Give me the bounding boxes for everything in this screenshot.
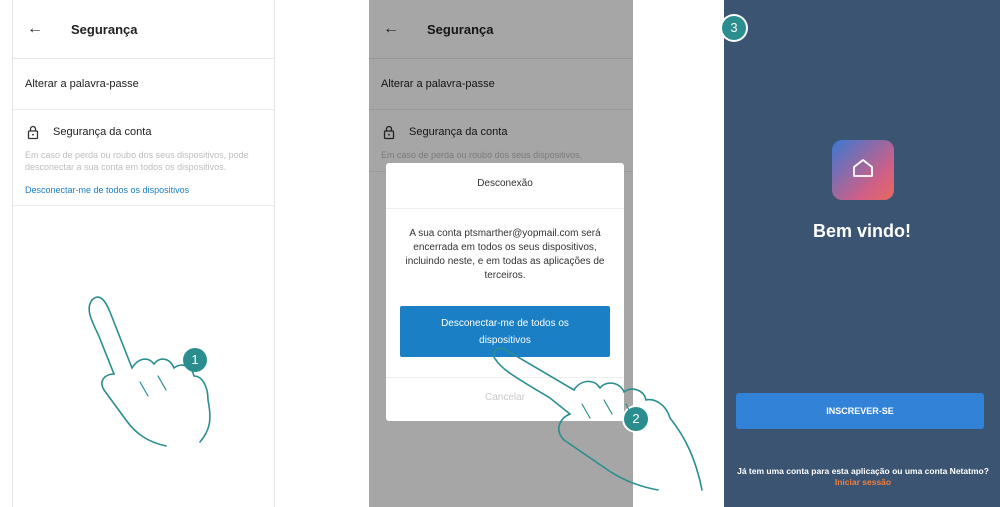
confirm-disconnect-button[interactable]: Desconectar-me de todos os dispositivos bbox=[400, 306, 610, 357]
disconnect-dialog: Desconexão A sua conta ptsmarther@yopmai… bbox=[386, 163, 624, 421]
step-badge-3: 3 bbox=[722, 16, 746, 40]
header: ← Segurança bbox=[13, 0, 274, 59]
home-icon bbox=[853, 159, 873, 177]
change-password-item[interactable]: Alterar a palavra-passe bbox=[13, 59, 274, 110]
screen-disconnect-dialog: ← Segurança Alterar a palavra-passe Segu… bbox=[369, 0, 633, 507]
account-security-title: Segurança da conta bbox=[53, 126, 152, 138]
app-logo bbox=[832, 140, 894, 200]
disconnect-all-link[interactable]: Desconectar-me de todos os dispositivos bbox=[25, 185, 262, 195]
back-arrow-icon[interactable]: ← bbox=[27, 20, 51, 38]
account-security-description: Em caso de perda ou roubo dos seus dispo… bbox=[25, 150, 249, 172]
screen-welcome: Bem vindo! INSCREVER-SE Já tem uma conta… bbox=[724, 0, 1000, 507]
login-prompt: Já tem uma conta para esta aplicação ou … bbox=[734, 466, 992, 488]
dialog-title: Desconexão bbox=[386, 163, 624, 209]
page-title: Segurança bbox=[71, 21, 138, 37]
account-security-section: Segurança da conta Em caso de perda ou r… bbox=[13, 110, 274, 206]
signup-button[interactable]: INSCREVER-SE bbox=[736, 393, 984, 429]
change-password-label: Alterar a palavra-passe bbox=[25, 78, 139, 90]
step-badge-2: 2 bbox=[624, 407, 648, 431]
lock-icon bbox=[27, 125, 39, 140]
screen-security-settings: ← Segurança Alterar a palavra-passe Segu… bbox=[12, 0, 275, 507]
login-link[interactable]: Iniciar sessão bbox=[835, 477, 891, 487]
dialog-body: A sua conta ptsmarther@yopmail.com será … bbox=[405, 228, 605, 281]
welcome-title: Bem vindo! bbox=[812, 221, 911, 241]
step-badge-1: 1 bbox=[183, 348, 207, 372]
cancel-button[interactable]: Cancelar bbox=[386, 377, 624, 403]
login-prompt-text: Já tem uma conta para esta aplicação ou … bbox=[737, 466, 989, 476]
